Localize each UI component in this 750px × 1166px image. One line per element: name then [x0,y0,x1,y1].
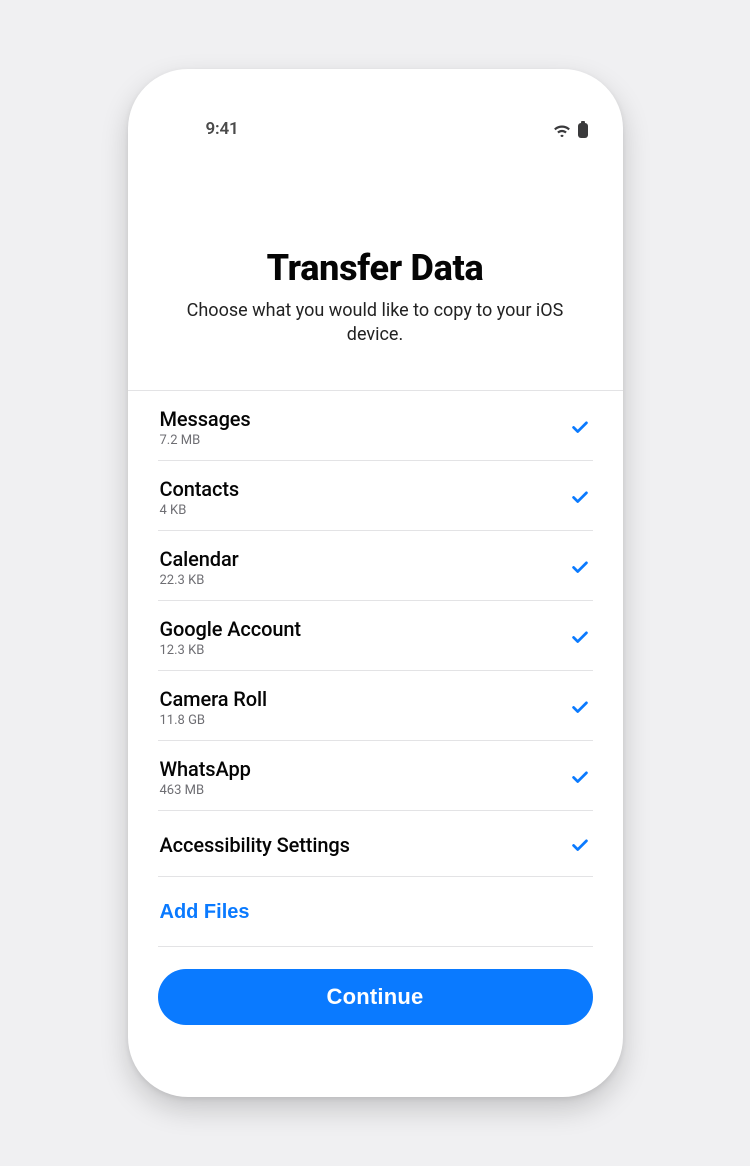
content: Transfer Data Choose what you would like… [128,143,623,1097]
hero: Transfer Data Choose what you would like… [128,143,623,368]
add-files-row: Add Files [158,877,593,947]
item-info: Messages 7.2 MB [160,407,251,448]
item-accessibility-settings[interactable]: Accessibility Settings [158,811,593,877]
item-info: WhatsApp 463 MB [160,757,251,798]
check-icon [569,556,591,578]
page-title: Transfer Data [158,247,593,289]
status-bar: 9:41 [128,69,623,143]
check-icon [569,626,591,648]
item-label: Messages [160,407,251,431]
item-google-account[interactable]: Google Account 12.3 KB [158,601,593,671]
phone-frame: 9:41 Transfer Data Choose what you would… [128,69,623,1097]
check-icon [569,416,591,438]
item-messages[interactable]: Messages 7.2 MB [158,391,593,461]
item-label: Calendar [160,547,239,571]
battery-icon [577,121,589,139]
item-whatsapp[interactable]: WhatsApp 463 MB [158,741,593,811]
transfer-list: Messages 7.2 MB Contacts 4 KB [128,391,623,947]
check-icon [569,834,591,856]
item-label: Contacts [160,477,240,501]
item-info: Contacts 4 KB [160,477,240,518]
item-camera-roll[interactable]: Camera Roll 11.8 GB [158,671,593,741]
status-indicators [553,121,589,139]
check-icon [569,696,591,718]
wifi-icon [553,123,571,137]
item-size: 12.3 KB [160,643,301,658]
continue-button[interactable]: Continue [158,969,593,1025]
item-label: Accessibility Settings [160,833,350,857]
item-size: 11.8 GB [160,713,267,728]
page-subtitle: Choose what you would like to copy to yo… [165,299,585,348]
item-label: Google Account [160,617,301,641]
item-label: WhatsApp [160,757,251,781]
item-info: Calendar 22.3 KB [160,547,239,588]
item-info: Accessibility Settings [160,833,350,857]
item-label: Camera Roll [160,687,267,711]
status-time: 9:41 [162,119,239,139]
item-info: Camera Roll 11.8 GB [160,687,267,728]
add-files-button[interactable]: Add Files [160,901,250,924]
item-size: 4 KB [160,503,240,518]
item-size: 463 MB [160,783,251,798]
list-container: Messages 7.2 MB Contacts 4 KB [128,390,623,947]
item-size: 22.3 KB [160,573,239,588]
check-icon [569,486,591,508]
item-info: Google Account 12.3 KB [160,617,301,658]
item-calendar[interactable]: Calendar 22.3 KB [158,531,593,601]
footer: Continue [128,947,623,1053]
item-size: 7.2 MB [160,433,251,448]
check-icon [569,766,591,788]
item-contacts[interactable]: Contacts 4 KB [158,461,593,531]
